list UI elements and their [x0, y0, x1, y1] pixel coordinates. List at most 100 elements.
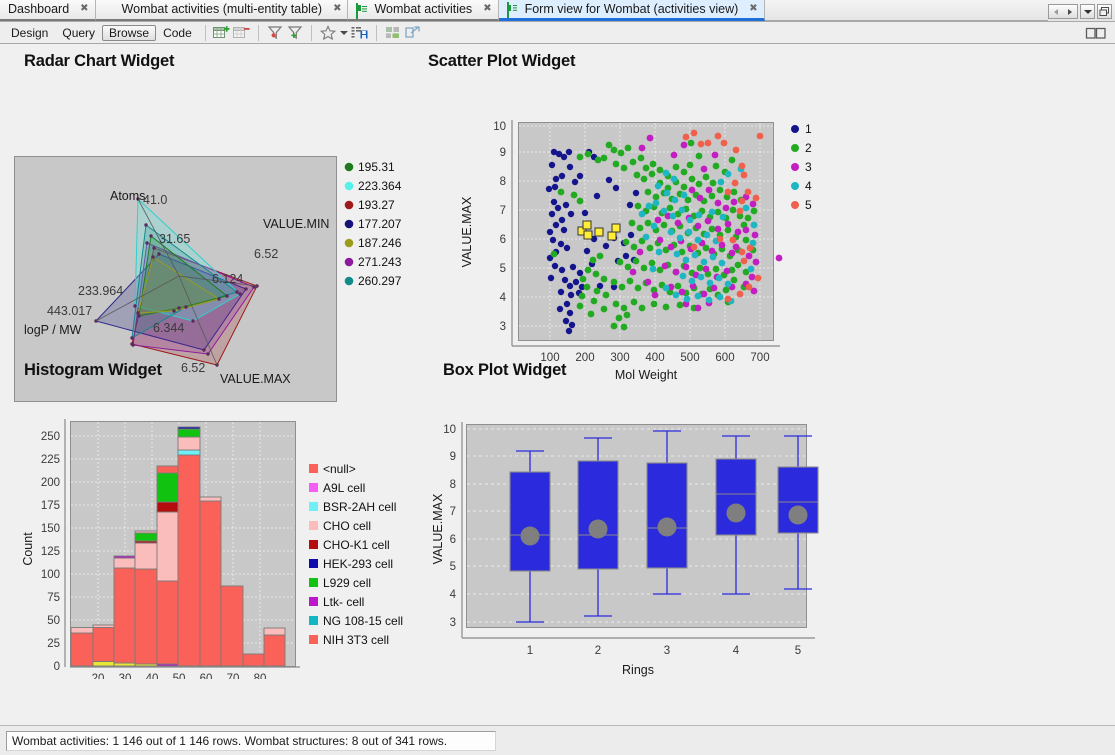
svg-text:6: 6 [500, 234, 506, 246]
toolbar-separator [257, 24, 259, 41]
tab-form-view-for-wombat[interactable]: Form view for Wombat (activities view) ✖ [498, 0, 765, 21]
boxplot-y-axis-title: VALUE.MAX [431, 493, 445, 564]
book-open-icon[interactable] [1085, 25, 1106, 39]
legend-label: L929 cell [323, 576, 371, 590]
restore-window-button[interactable] [1097, 4, 1112, 19]
svg-text:250: 250 [41, 431, 60, 443]
legend-label: 223.364 [358, 179, 402, 193]
tab-close-icon[interactable]: ✖ [80, 4, 88, 14]
svg-text:60: 60 [200, 673, 213, 679]
histogram-title: Histogram Widget [24, 361, 162, 379]
legend-swatch [344, 276, 354, 286]
tab-label: Dashboard [8, 2, 70, 16]
svg-text:200: 200 [575, 352, 594, 364]
scroll-right-icon[interactable] [1068, 8, 1072, 15]
svg-text:400: 400 [645, 352, 664, 364]
favorite-star-icon[interactable] [318, 24, 338, 42]
table-grid-icon [104, 4, 117, 15]
svg-text:6: 6 [450, 534, 456, 546]
svg-text:225: 225 [41, 454, 60, 466]
restore-window-icon [1099, 7, 1109, 16]
radar-chart-legend: 195.31 223.364 193.27 177.207 187.246 27… [344, 160, 402, 288]
svg-text:5: 5 [450, 561, 456, 573]
tab-close-icon[interactable]: ✖ [483, 4, 491, 14]
legend-swatch [309, 502, 318, 511]
toolbar-separator [310, 24, 312, 41]
legend-swatch [309, 464, 318, 473]
svg-text:8: 8 [450, 479, 456, 491]
radar-chart-widget: Radar Chart Widget [24, 52, 174, 71]
svg-text:300: 300 [610, 352, 629, 364]
svg-text:50: 50 [173, 673, 186, 679]
radar-axis-label-value-max: VALUE.MAX [220, 372, 291, 386]
toolbar-browse-button[interactable]: Browse [102, 24, 157, 41]
svg-text:5: 5 [795, 645, 801, 657]
tab-wombat-activities-multi-entity-table[interactable]: Wombat activities (multi-entity table) ✖ [95, 0, 349, 21]
tab-close-icon[interactable]: ✖ [749, 3, 757, 14]
svg-text:7: 7 [500, 205, 506, 217]
toolbar-design-button[interactable]: Design [4, 25, 55, 41]
radar-max-label-value-max: 6.52 [181, 361, 205, 375]
boxplot-x-ticks: 1 2 3 4 5 [527, 645, 801, 657]
box-plot-title: Box Plot Widget [443, 361, 567, 379]
box-plot-plot[interactable]: 3 4 5 6 7 8 9 10 1 2 3 4 5 Rings VALUE.M… [430, 389, 830, 679]
scatter-x-ticks: 100 200 300 400 500 600 700 [540, 352, 769, 364]
scroll-left-icon[interactable] [1054, 8, 1058, 15]
radar-axis-label-atoms: Atoms [110, 189, 145, 203]
view-mode-toolbar: Design Query Browse Code [0, 22, 1115, 44]
histogram-x-ticks: 20 30 40 50 60 70 80 [92, 673, 267, 679]
legend-label: 195.31 [358, 160, 395, 174]
form-view-icon [356, 2, 369, 19]
open-external-icon[interactable] [403, 24, 423, 42]
save-list-icon[interactable] [350, 24, 370, 42]
legend-swatch [309, 521, 318, 530]
scatter-y-axis-title: VALUE.MAX [460, 196, 474, 267]
scatter-plot-title: Scatter Plot Widget [428, 52, 576, 70]
svg-text:3: 3 [664, 645, 670, 657]
legend-swatch [791, 182, 799, 190]
svg-text:200: 200 [41, 477, 60, 489]
toolbar-code-button[interactable]: Code [156, 25, 199, 41]
histogram-y-axis-title: Count [21, 532, 35, 566]
delete-row-icon[interactable] [232, 24, 252, 42]
svg-text:50: 50 [47, 615, 60, 627]
legend-label: 271.243 [358, 255, 402, 269]
svg-text:40: 40 [146, 673, 159, 679]
svg-text:30: 30 [119, 673, 132, 679]
legend-swatch [344, 200, 354, 210]
histogram-plot[interactable]: 0 25 50 75 100 125 150 175 200 225 250 2… [10, 389, 430, 679]
toolbar-query-button[interactable]: Query [55, 25, 102, 41]
svg-text:4: 4 [500, 292, 507, 304]
tab-close-icon[interactable]: ✖ [333, 4, 341, 14]
tab-label: Form view for Wombat (activities view) [524, 1, 739, 16]
layout-grid-icon[interactable] [383, 24, 403, 42]
legend-label: NG 108-15 cell [323, 614, 403, 628]
legend-swatch [309, 616, 318, 625]
tab-wombat-activities[interactable]: Wombat activities ✖ [348, 0, 499, 21]
legend-label: BSR-2AH cell [323, 500, 396, 514]
svg-text:10: 10 [443, 424, 456, 436]
tab-list-dropdown-button[interactable] [1080, 4, 1095, 19]
svg-text:9: 9 [450, 451, 456, 463]
legend-label: HEK-293 cell [323, 557, 393, 571]
tab-scroll-buttons[interactable] [1048, 4, 1078, 19]
legend-swatch [309, 559, 318, 568]
svg-text:600: 600 [715, 352, 734, 364]
legend-label: Ltk- cell [323, 595, 364, 609]
radar-max-label-atoms: 41.0 [143, 193, 167, 207]
svg-text:8: 8 [500, 176, 506, 188]
svg-text:10: 10 [493, 121, 506, 133]
tab-label: Wombat activities [374, 2, 473, 16]
legend-swatch [791, 163, 799, 171]
tab-dashboard[interactable]: Dashboard ✖ [0, 0, 96, 21]
add-row-icon[interactable] [212, 24, 232, 42]
scatter-plot-plot[interactable]: 100 200 300 400 500 600 700 3 4 5 6 7 8 … [428, 80, 858, 400]
legend-swatch [344, 181, 354, 191]
legend-label: 3 [805, 160, 812, 174]
svg-text:4: 4 [733, 645, 740, 657]
filter-add-icon[interactable] [285, 24, 305, 42]
svg-text:700: 700 [750, 352, 769, 364]
filter-remove-icon[interactable] [265, 24, 285, 42]
boxplot-x-axis-title: Rings [622, 663, 654, 677]
dropdown-arrow-icon[interactable] [338, 24, 350, 42]
